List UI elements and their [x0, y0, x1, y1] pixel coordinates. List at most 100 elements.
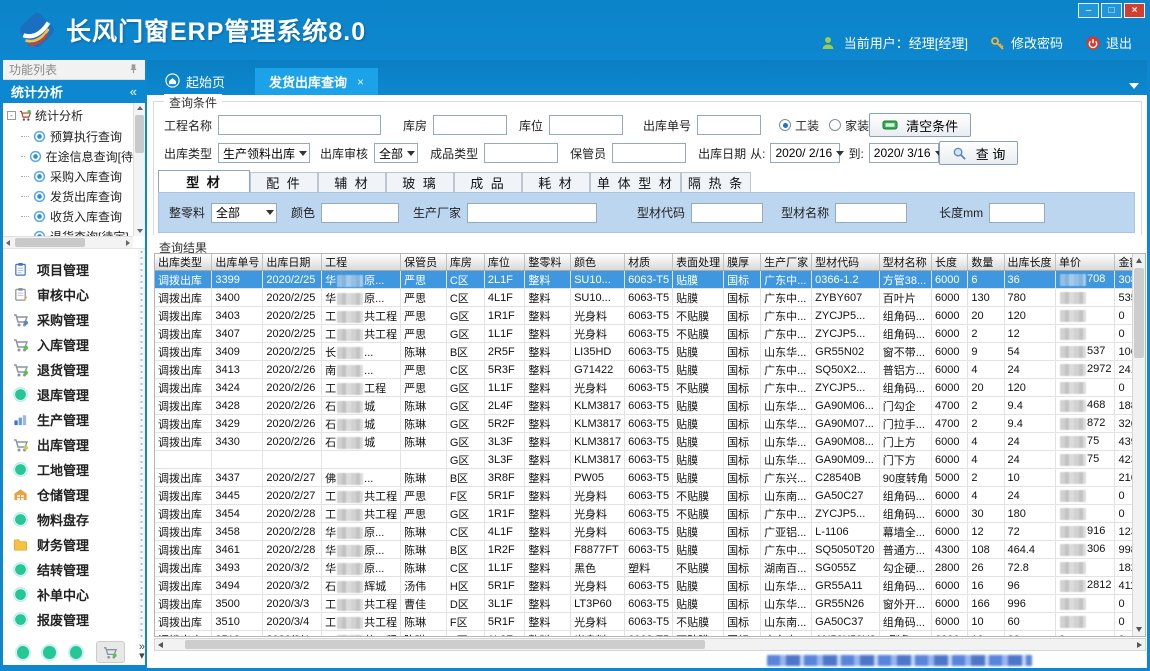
column-header[interactable]: 表面处理 — [673, 254, 724, 271]
material-tab[interactable]: 型 材 — [158, 170, 250, 192]
table-row[interactable]: 调拨出库34542020/2/28工共工程严思G区1R1F整料光身料6063-T… — [155, 505, 1145, 523]
sidebar-menu-item[interactable]: 项目管理 — [3, 257, 145, 282]
material-tab[interactable]: 成 品 — [454, 172, 522, 192]
table-row[interactable]: 调拨出库34372020/2/27佛...陈琳B区3R8F整料PW056063-… — [155, 469, 1145, 487]
audit-select[interactable]: 全部 — [374, 143, 418, 163]
material-tab[interactable]: 配 件 — [250, 172, 318, 192]
manufacturer-input[interactable] — [467, 203, 597, 223]
tree-item[interactable]: 采购入库查询 — [3, 166, 133, 186]
tree-item[interactable]: 收货入库查询 — [3, 206, 133, 226]
table-row[interactable]: 调拨出库34612020/2/28华原...陈琳B区1R2F整料F8877FT6… — [155, 541, 1145, 559]
table-row[interactable]: 调拨出库34032020/2/25工共工程严思G区1R1F整料光身料6063-T… — [155, 307, 1145, 325]
date-from-picker[interactable]: 2020/ 2/16 — [770, 143, 840, 163]
table-row[interactable]: 调拨出库34582020/2/28华原...陈琳C区4L1F整料光身料6063-… — [155, 523, 1145, 541]
profile-code-input[interactable] — [691, 203, 763, 223]
order-no-input[interactable] — [697, 115, 761, 135]
table-row[interactable]: 调拨出库35102020/3/4工共工程陈琳F区5R1F整料光身料6063-T5… — [155, 613, 1145, 631]
radio-jiazhuang[interactable] — [829, 119, 841, 131]
more-modules-button[interactable]: »▾ — [139, 643, 145, 661]
table-row[interactable]: 调拨出库34292020/2/26石城陈琳G区5R2F整料KLM38176063… — [155, 415, 1145, 433]
sidebar-group-statistics[interactable]: 统计分析 « — [3, 80, 145, 103]
tab-home[interactable]: 起始页 — [153, 68, 237, 95]
out-type-select[interactable]: 生产领料出库 — [218, 143, 310, 163]
sidebar-menu-item[interactable]: 出库管理 — [3, 432, 145, 457]
tab-close-icon[interactable]: × — [357, 75, 364, 89]
sidebar-menu-item[interactable]: 仓储管理 — [3, 482, 145, 507]
table-row[interactable]: 调拨出库34092020/2/25长...陈琳B区2R5F整料LI35HD606… — [155, 343, 1145, 361]
tree-expander-icon[interactable]: - — [7, 111, 16, 120]
tab-overflow-arrow-icon[interactable] — [1129, 83, 1139, 89]
close-button[interactable]: × — [1124, 3, 1145, 18]
column-header[interactable]: 型材代码 — [812, 254, 880, 271]
length-input[interactable] — [989, 203, 1045, 223]
product-type-input[interactable] — [484, 143, 558, 163]
table-row[interactable]: 调拨出库34282020/2/26石城陈琳G区2L4F整料KLM38176063… — [155, 397, 1145, 415]
table-row[interactable]: 调拨出库34242020/2/26工工程严思G区1L1F整料光身料6063-T5… — [155, 379, 1145, 397]
column-header[interactable]: 单价 — [1055, 254, 1114, 271]
table-row[interactable]: 调拨出库35002020/3/3工共工程曹佳D区3L1F整料LT3P606063… — [155, 595, 1145, 613]
material-tab[interactable]: 单 体 型 材 — [590, 172, 681, 192]
table-row[interactable]: 调拨出库34452020/2/27工共工程严思F区5R1F整料光身料6063-T… — [155, 487, 1145, 505]
sidebar-menu-item[interactable]: 补单中心 — [3, 582, 145, 607]
profile-name-input[interactable] — [835, 203, 907, 223]
column-header[interactable]: 数量 — [968, 254, 1004, 271]
sidebar-menu-item[interactable]: 退库管理 — [3, 382, 145, 407]
date-to-picker[interactable]: 2020/ 3/16 — [869, 143, 939, 163]
column-header[interactable]: 长度 — [931, 254, 967, 271]
tree-horizontal-scrollbar[interactable] — [3, 236, 133, 248]
sidebar-menu-item[interactable]: 工地管理 — [3, 457, 145, 482]
column-header[interactable]: 出库日期 — [263, 254, 322, 271]
module-dot-button[interactable] — [70, 646, 82, 659]
table-row[interactable]: 调拨出库34302020/2/26石城陈琳G区3L3F整料KLM38176063… — [155, 433, 1145, 451]
module-dot-button[interactable] — [17, 646, 29, 659]
sidebar-menu-item[interactable]: 审核中心 — [3, 282, 145, 307]
table-row[interactable]: G区3L3F整料KLM38176063-T5贴膜国标山东华...GA90M09.… — [155, 451, 1145, 469]
tree-item[interactable]: 退货查询[待定] — [3, 226, 133, 236]
change-password-button[interactable]: 修改密码 — [990, 33, 1063, 52]
sidebar-menu-item[interactable]: 退货管理 — [3, 357, 145, 382]
column-header[interactable]: 颜色 — [571, 254, 625, 271]
tree-root-statistics[interactable]: - 统计分析 — [3, 105, 133, 126]
table-row[interactable]: 调拨出库34932020/3/2华原...陈琳C区1L1F整料黑色塑料不贴膜国标… — [155, 559, 1145, 577]
table-row[interactable]: 调拨出库34002020/2/25华原...严思C区4L1F整料SU10...6… — [155, 289, 1145, 307]
tree-item[interactable]: 预算执行查询 — [3, 126, 133, 146]
column-header[interactable]: 整零料 — [525, 254, 571, 271]
tree-item[interactable]: 发货出库查询 — [3, 186, 133, 206]
radio-gongzhuang[interactable] — [779, 119, 791, 131]
sidebar-menu-item[interactable]: 报废管理 — [3, 607, 145, 632]
table-row[interactable]: 调拨出库33992020/2/25华原...严思C区2L1F整料SU10...6… — [155, 271, 1145, 289]
clear-conditions-button[interactable]: 清空条件 — [869, 113, 971, 137]
project-name-input[interactable] — [218, 115, 381, 135]
column-header[interactable]: 出库长度 — [1004, 254, 1055, 271]
color-input[interactable] — [321, 203, 399, 223]
column-header[interactable]: 出库单号 — [212, 254, 263, 271]
search-button[interactable]: 查 询 — [939, 141, 1019, 165]
warehouse-input[interactable] — [433, 115, 507, 135]
logout-button[interactable]: 退出 — [1085, 33, 1132, 52]
table-row[interactable]: 调拨出库35122020/3/4工共工程陈琳F区1L2F整料光身料6063-T5… — [155, 631, 1145, 638]
whole-piece-select[interactable]: 全部 — [211, 203, 277, 223]
module-dot-button[interactable] — [43, 646, 55, 659]
material-tab[interactable]: 辅 材 — [318, 172, 386, 192]
cart-module-button[interactable] — [96, 641, 125, 663]
keeper-input[interactable] — [612, 143, 686, 163]
location-input[interactable] — [549, 115, 623, 135]
material-tab[interactable]: 隔 热 条 — [681, 172, 751, 192]
table-row[interactable]: 调拨出库34942020/3/2石辉城汤伟H区5R1F整料光身料6063-T5贴… — [155, 577, 1145, 595]
material-tab[interactable]: 耗 材 — [522, 172, 590, 192]
material-tab[interactable]: 玻 璃 — [386, 172, 454, 192]
sidebar-menu-item[interactable]: 生产管理 — [3, 407, 145, 432]
collapse-icon[interactable]: « — [130, 84, 137, 99]
table-row[interactable]: 调拨出库34072020/2/25工共工程严思G区1L1F整料光身料6063-T… — [155, 325, 1145, 343]
column-header[interactable]: 生产厂家 — [761, 254, 812, 271]
column-header[interactable]: 工程 — [322, 254, 401, 271]
table-row[interactable]: 调拨出库34132020/2/26南...严思C区5R3F整料G71422606… — [155, 361, 1145, 379]
sidebar-menu-item[interactable]: 物料盘存 — [3, 507, 145, 532]
column-header[interactable]: 保管员 — [401, 254, 447, 271]
column-header[interactable]: 库房 — [446, 254, 484, 271]
table-horizontal-scrollbar[interactable] — [154, 638, 1146, 651]
column-header[interactable]: 膜厚 — [724, 254, 761, 271]
tab-shipment-outbound-query[interactable]: 发货出库查询 × — [255, 68, 378, 95]
column-header[interactable]: 型材名称 — [879, 254, 931, 271]
sidebar-menu-item[interactable]: 财务管理 — [3, 532, 145, 557]
